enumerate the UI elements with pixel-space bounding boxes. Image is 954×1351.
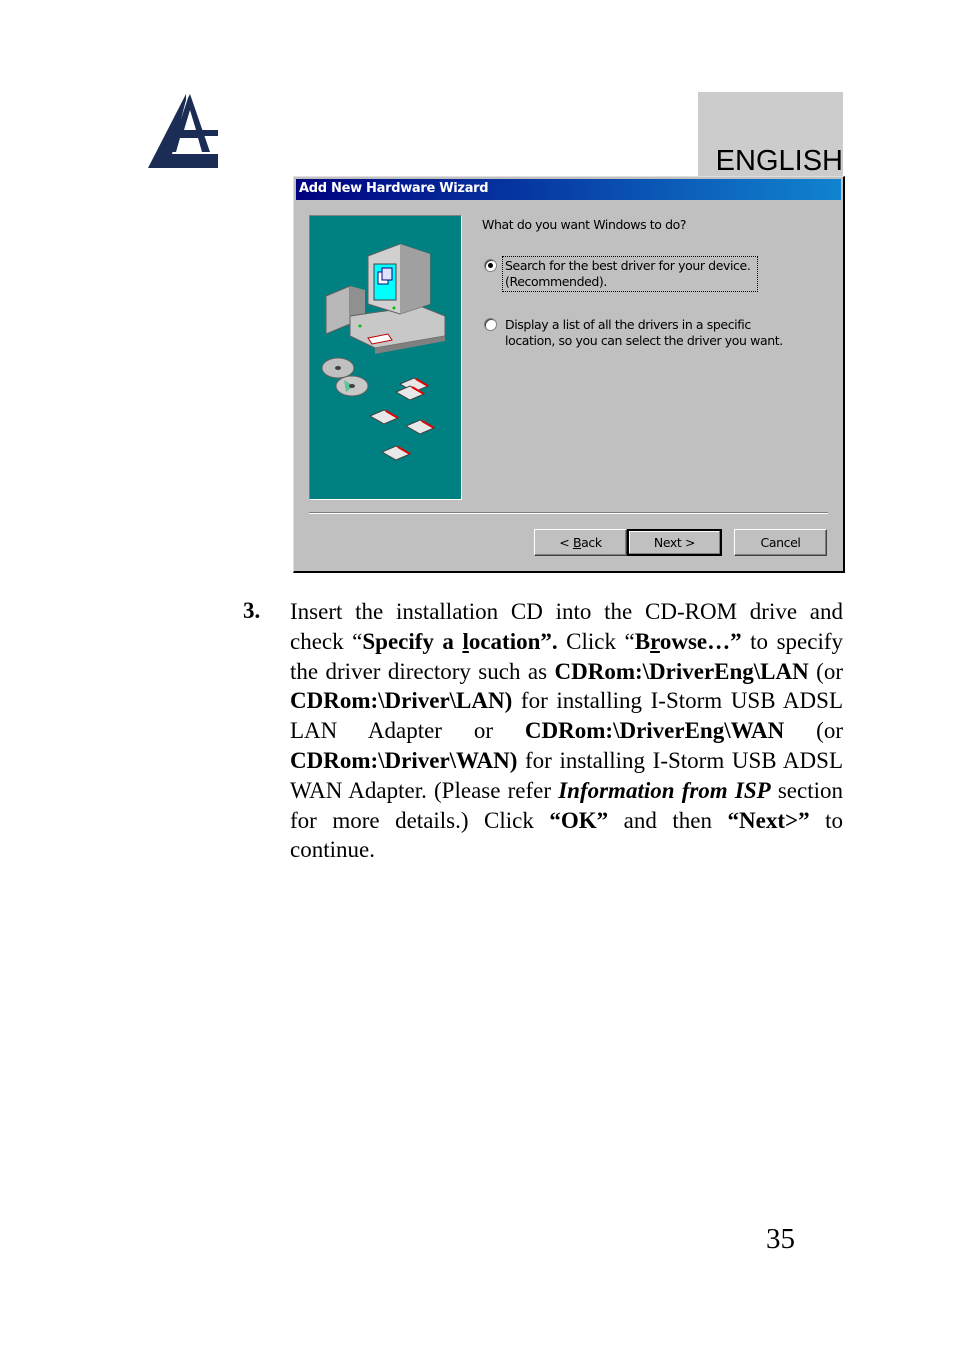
language-tab: ENGLISH	[698, 92, 843, 176]
text: (or	[784, 718, 843, 744]
text: B	[634, 628, 651, 654]
specify-location-label: Specify a location”.	[362, 629, 557, 654]
option-display-driver-list[interactable]: Display a list of all the drivers in a s…	[505, 317, 825, 349]
text: (or	[808, 658, 843, 684]
dialog-separator	[309, 512, 828, 514]
text: Click “	[557, 628, 635, 654]
ok-label: “OK”	[549, 807, 609, 833]
path-driver-lan: CDRom:\Driver\LAN)	[290, 688, 513, 714]
computer-and-disks-icon	[321, 243, 446, 461]
cancel-button[interactable]: Cancel	[734, 529, 827, 556]
option-search-best-driver[interactable]: Search for the best driver for your devi…	[502, 256, 758, 292]
back-accelerator: B	[572, 535, 582, 550]
text: r	[650, 628, 660, 654]
browse-label: Browse…”	[635, 629, 742, 654]
dialog-title: Add New Hardware Wizard	[299, 181, 489, 196]
path-drivereng-lan: CDRom:\DriverEng\LAN	[554, 658, 809, 684]
text: Specify a	[362, 628, 463, 654]
text: and then	[608, 807, 728, 833]
option-2-line-1: Display a list of all the drivers in a s…	[505, 317, 751, 332]
radio-search-best-driver[interactable]	[484, 259, 497, 272]
path-drivereng-wan: CDRom:\DriverEng\WAN	[524, 718, 785, 744]
isp-section-reference: Information from ISP	[558, 777, 771, 803]
option-1-line-1: Search for the best driver for your devi…	[505, 258, 751, 273]
step-number: 3.	[243, 598, 261, 623]
wizard-question: What do you want Windows to do?	[482, 217, 687, 232]
wizard-illustration	[309, 215, 462, 500]
radio-display-driver-list[interactable]	[484, 318, 497, 331]
back-button[interactable]: < Back	[534, 529, 627, 556]
next-button[interactable]: Next >	[627, 529, 722, 556]
back-rest: ack	[581, 535, 602, 550]
back-prefix: <	[559, 535, 573, 550]
option-1-line-2: (Recommended).	[505, 274, 607, 289]
logo-icon	[148, 94, 218, 168]
path-driver-wan: CDRom:\Driver\WAN)	[290, 747, 518, 773]
next-label: “Next>”	[727, 807, 810, 833]
dialog-titlebar: Add New Hardware Wizard	[296, 179, 841, 200]
text: ocation”.	[468, 628, 558, 654]
option-2-line-2: location, so you can select the driver y…	[505, 333, 783, 348]
text: owse…”	[659, 628, 742, 654]
language-label: ENGLISH	[715, 145, 843, 177]
page-number: 35	[766, 1223, 795, 1255]
atlantis-logo	[146, 92, 220, 170]
step-instructions: Insert the installation CD into the CD-R…	[290, 597, 843, 865]
add-hardware-wizard-dialog: Add New Hardware Wizard What do you want…	[293, 176, 845, 573]
